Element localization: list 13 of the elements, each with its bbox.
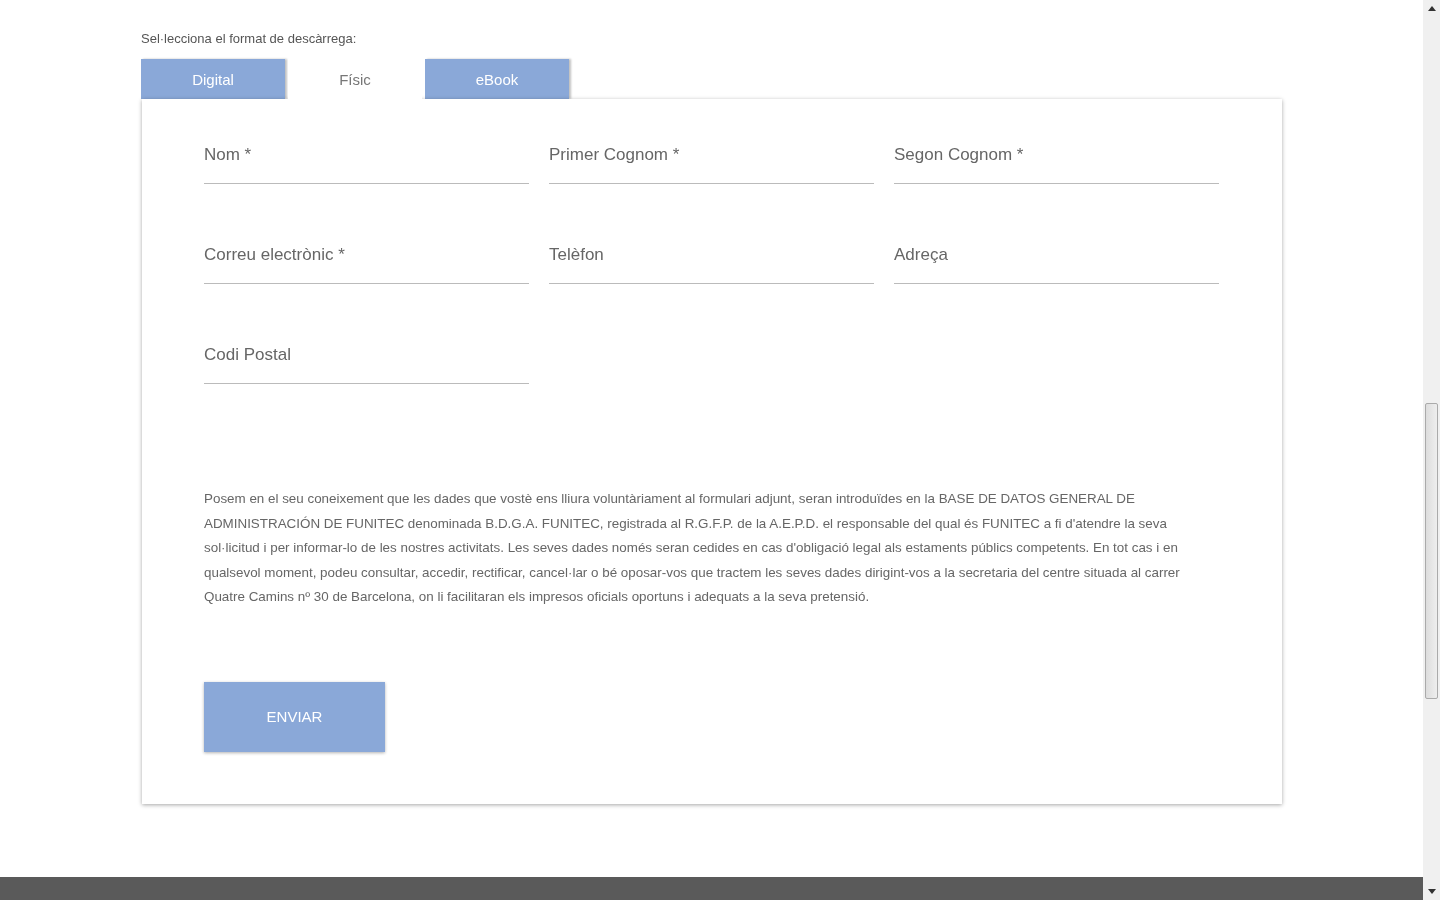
scroll-down-icon[interactable] (1427, 889, 1436, 894)
input-field[interactable]: Correu electrònic * (204, 237, 529, 284)
input-field[interactable]: Primer Cognom * (549, 137, 874, 184)
input-field[interactable]: Adreça (894, 237, 1219, 284)
input-field[interactable]: Nom * (204, 137, 529, 184)
scrollbar[interactable] (1423, 0, 1440, 900)
scroll-up-icon[interactable] (1427, 6, 1436, 11)
input-field[interactable]: Segon Cognom * (894, 137, 1219, 184)
privacy-notice: Posem en el seu coneixement que les dades que vostè ens lliura voluntàriament al formulari adjunt, seran introduïdes en la BASE DE DATOS GENERAL DE ADMINISTRACIÓN DE FUNITEC denominada B.D.G.A. FUNITEC, registrada al R.G.F.P. de la A.E.P.D. el responsable del qual és FUNITEC a fi d'atendre la seva sol·licitud i per informar-lo de les nostres activitats. Les seves dades només seran cedides en cas d'obligació legal als estaments públics competents. En tot cas i en qualsevol moment, podeu consultar, accedir, rectificar, cancel·lar o bé oposar-vos que tractem les seves dades dirigint-vos a la secretaria del centre situada al carrer Quatre Camins nº 30 de Barcelona, on li facilitaran els impresos oficials oportuns i adequats a la seva pretensió. (204, 490, 1181, 607)
input-field[interactable]: Codi Postal (204, 337, 529, 384)
format-prompt: Sel·lecciona el format de descàrrega: (141, 31, 358, 46)
input-field[interactable]: Telèfon (549, 237, 874, 284)
scroll-thumb[interactable] (1425, 403, 1438, 699)
